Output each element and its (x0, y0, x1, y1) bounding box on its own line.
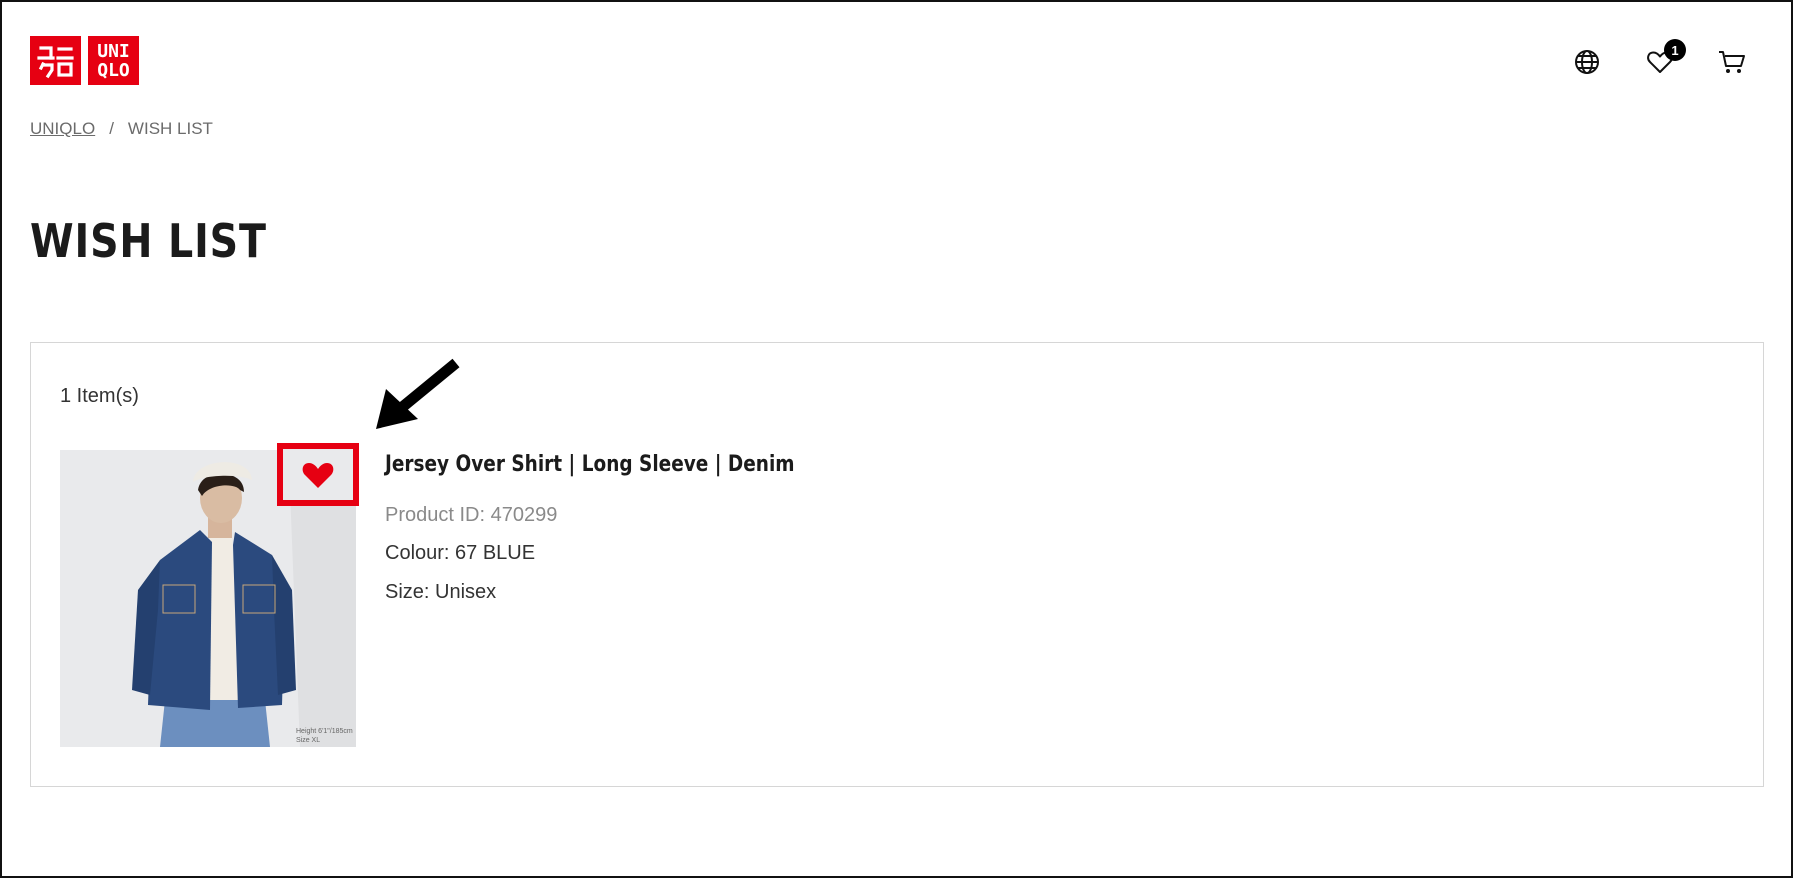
image-caption-line1: Height 6'1"/185cm (296, 728, 353, 735)
language-button[interactable] (1567, 42, 1607, 82)
product-id: Product ID: 470299 (385, 504, 558, 526)
wishlist-panel: 1 Item(s) Height 6'1"/185cm Size XL Jers… (30, 342, 1764, 787)
logo-text-bottom: QLO (97, 59, 130, 81)
annotation-arrow-icon (372, 357, 462, 442)
breadcrumb-separator: / (109, 119, 114, 138)
wishlist-count-badge: 1 (1664, 39, 1686, 61)
product-size: Size: Unisex (385, 581, 497, 603)
heart-filled-icon (302, 462, 334, 488)
page-frame: UNI QLO 1 UNIQLO / WISH LIST WISH LIST 1… (0, 0, 1793, 878)
katakana-logo-icon (36, 45, 74, 78)
uniqlo-logo[interactable]: UNI QLO (30, 36, 139, 85)
image-caption-line2: Size XL (296, 737, 320, 744)
item-count: 1 Item(s) (60, 385, 139, 407)
product-colour: Colour: 67 BLUE (385, 542, 536, 564)
cart-icon (1719, 51, 1745, 73)
breadcrumb: UNIQLO / WISH LIST (30, 119, 213, 139)
logo-text-tile: UNI QLO (88, 36, 139, 85)
cart-button[interactable] (1712, 42, 1752, 82)
wishlist-button[interactable]: 1 (1640, 39, 1686, 82)
breadcrumb-home-link[interactable]: UNIQLO (30, 119, 95, 139)
product-name-link[interactable]: Jersey Over Shirt | Long Sleeve | Denim (385, 452, 795, 477)
logo-katakana-tile (30, 36, 81, 85)
favorite-toggle-button[interactable] (277, 443, 359, 506)
logo-text-top: UNI (97, 40, 130, 62)
page-title: WISH LIST (30, 214, 267, 268)
breadcrumb-current: WISH LIST (127, 119, 213, 138)
globe-icon (1575, 50, 1599, 74)
